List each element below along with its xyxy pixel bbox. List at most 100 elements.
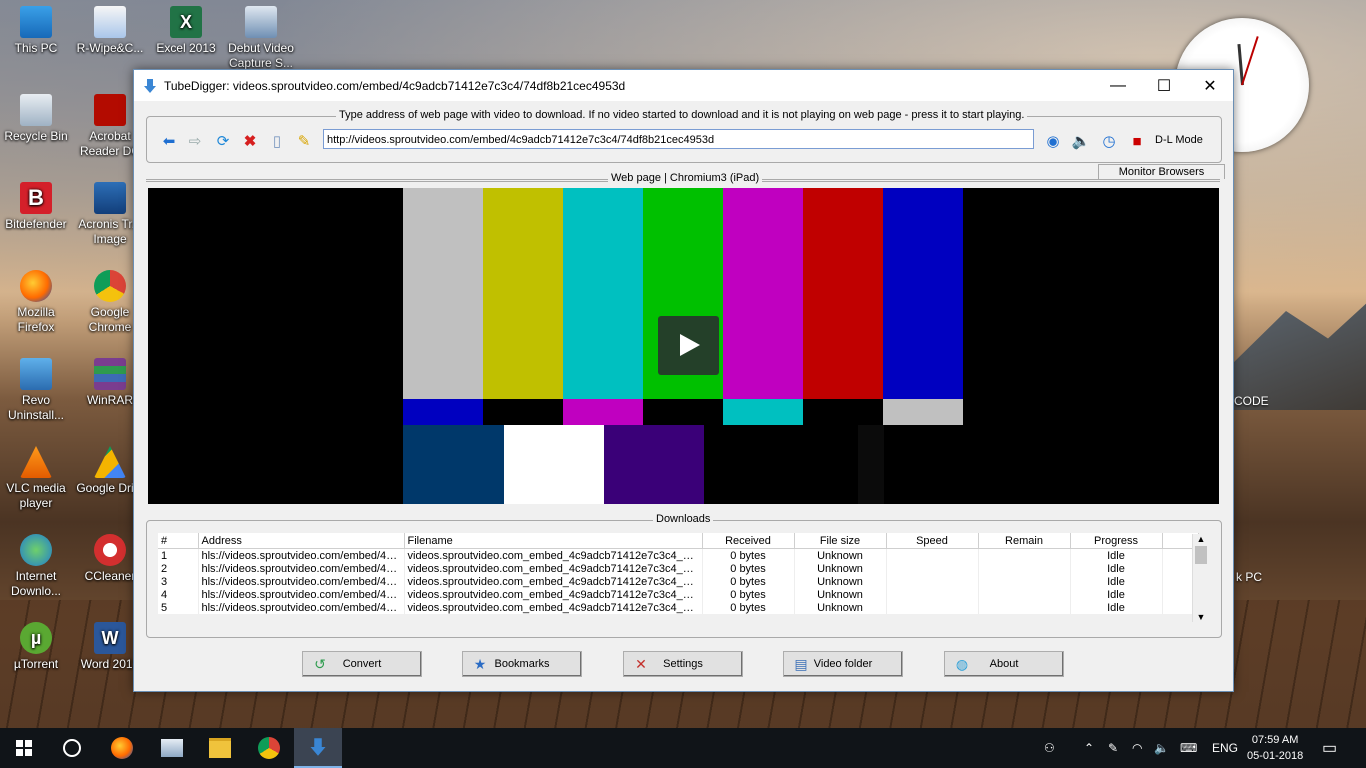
pluge-dark-strip	[858, 425, 884, 504]
taskbar-date: 05-01-2018	[1247, 750, 1304, 762]
downloads-scrollbar[interactable]: ▲ ▼	[1192, 534, 1209, 622]
forward-arrow-icon[interactable]: ⇨	[186, 132, 204, 150]
tools-icon: ✕	[635, 655, 647, 672]
taskbar-file-explorer-icon[interactable]	[196, 728, 244, 768]
winrar-icon	[94, 358, 126, 390]
desktop-icon-idm[interactable]: Internet Downlo...	[0, 534, 72, 599]
desktop-icon-revo[interactable]: Revo Uninstall...	[0, 358, 72, 423]
column-header-num[interactable]: #	[158, 533, 199, 549]
tray-chevron-up-icon[interactable]: ⌃	[1084, 728, 1094, 768]
castellation-cyan	[723, 399, 803, 425]
people-icon[interactable]: ⚇	[1044, 728, 1055, 768]
mute-speaker-icon[interactable]: 🔈	[1072, 132, 1091, 150]
bookmark-star-icon: ★	[473, 655, 487, 672]
table-row[interactable]: 3 hls://videos.sproutvideo.com/embed/4c.…	[158, 575, 1199, 588]
maximize-button[interactable]: ☐	[1141, 70, 1187, 101]
volume-muted-icon[interactable]: 🔈	[1154, 728, 1169, 768]
search-circle-icon[interactable]	[48, 728, 96, 768]
back-arrow-icon[interactable]: ⬅	[160, 132, 178, 150]
taskbar-time: 07:59 AM	[1251, 734, 1299, 746]
refresh-icon[interactable]: ⟳	[214, 132, 232, 150]
settings-button[interactable]: ✕ Settings	[623, 651, 743, 677]
url-input[interactable]: http://videos.sproutvideo.com/embed/4c9a…	[323, 129, 1034, 149]
desktop-icon-debut[interactable]: Debut Video Capture S...	[225, 6, 297, 71]
input-indicator-icon[interactable]: ✎	[1108, 728, 1118, 768]
desktop-icon-recycle-bin[interactable]: Recycle Bin	[0, 94, 72, 144]
video-folder-button[interactable]: ▤ Video folder	[783, 651, 903, 677]
action-center-icon[interactable]: ▭	[1322, 728, 1337, 768]
desktop-icon-this-pc[interactable]: This PC	[0, 6, 72, 56]
word-icon: W	[94, 622, 126, 654]
broom-icon[interactable]: ✎	[295, 132, 313, 150]
about-button[interactable]: ◍ About	[944, 651, 1064, 677]
column-header-progress[interactable]: Progress	[1070, 533, 1163, 549]
desktop-icon-partial-code[interactable]: CODE	[1234, 394, 1269, 408]
desktop-icon-partial-pc[interactable]: k PC	[1236, 570, 1262, 584]
color-bar-gray	[403, 188, 483, 399]
bookmarks-button[interactable]: ★ Bookmarks	[462, 651, 582, 677]
language-indicator[interactable]: ENG	[1212, 728, 1238, 768]
column-header-remain[interactable]: Remain	[978, 533, 1071, 549]
close-button[interactable]: ✕	[1187, 70, 1233, 101]
window-titlebar[interactable]: TubeDigger: videos.sproutvideo.com/embed…	[134, 70, 1233, 101]
convert-button[interactable]: ↺ Convert	[302, 651, 422, 677]
downloads-table: # Address Filename Received File size Sp…	[158, 533, 1199, 614]
go-icon[interactable]: ◉	[1044, 132, 1062, 150]
utorrent-icon: µ	[20, 622, 52, 654]
taskbar-task-manager-icon[interactable]	[148, 728, 196, 768]
color-bar-magenta	[723, 188, 803, 399]
desktop-icon-rwipe[interactable]: R-Wipe&C...	[74, 6, 146, 56]
start-windows-icon[interactable]	[0, 728, 48, 768]
stop-icon[interactable]: ✖	[241, 132, 259, 150]
taskbar-clock[interactable]: 07:59 AM 05-01-2018	[1247, 728, 1303, 768]
monitor-browsers-tab[interactable]: Monitor Browsers	[1098, 164, 1225, 179]
convert-arrow-icon: ↺	[314, 655, 326, 672]
taskbar-tubedigger-icon[interactable]	[294, 728, 342, 768]
table-row[interactable]: 1 hls://videos.sproutvideo.com/embed/4c.…	[158, 548, 1199, 562]
column-header-filename[interactable]: Filename	[404, 533, 703, 549]
desktop-icon-bitdefender[interactable]: B Bitdefender	[0, 182, 72, 232]
taskbar: ⚇ ⌃ ✎ ◠ 🔈 ⌨ ENG 07:59 AM 05-01-2018 ▭	[0, 728, 1366, 768]
web-page-label: Web page | Chromium3 (iPad)	[608, 172, 763, 184]
revo-uninstaller-icon	[20, 358, 52, 390]
table-row[interactable]: 5 hls://videos.sproutvideo.com/embed/4c.…	[158, 601, 1199, 614]
table-row[interactable]: 4 hls://videos.sproutvideo.com/embed/4c.…	[158, 588, 1199, 601]
color-bar-blue	[883, 188, 963, 399]
scroll-down-icon[interactable]: ▼	[1193, 612, 1209, 622]
column-header-speed[interactable]: Speed	[886, 533, 979, 549]
color-bar-cyan	[563, 188, 643, 399]
color-bar-red	[803, 188, 883, 399]
table-row[interactable]: 2 hls://videos.sproutvideo.com/embed/4c.…	[158, 562, 1199, 575]
desktop-icon-firefox[interactable]: Mozilla Firefox	[0, 270, 72, 335]
scroll-up-icon[interactable]: ▲	[1193, 534, 1209, 544]
column-header-received[interactable]: Received	[702, 533, 795, 549]
this-pc-icon	[20, 6, 52, 38]
page-icon[interactable]: ▯	[268, 132, 286, 150]
castellation-gray	[883, 399, 963, 425]
color-bar-yellow	[483, 188, 563, 399]
minimize-button[interactable]: —	[1095, 70, 1141, 101]
acrobat-icon	[94, 94, 126, 126]
keyboard-icon[interactable]: ⌨	[1180, 728, 1197, 768]
video-folder-icon: ▤	[794, 655, 808, 672]
wifi-icon[interactable]: ◠	[1132, 728, 1142, 768]
pluge-white	[504, 425, 604, 504]
record-camera-icon[interactable]: ■	[1128, 132, 1146, 150]
desktop-icon-excel[interactable]: X Excel 2013	[150, 6, 222, 56]
chrome-icon	[94, 270, 126, 302]
downloads-label: Downloads	[653, 513, 714, 525]
pluge-purple	[604, 425, 704, 504]
schedule-clock-icon[interactable]: ◷	[1100, 132, 1118, 150]
taskbar-chrome-icon[interactable]	[245, 728, 293, 768]
dl-mode-label[interactable]: D-L Mode	[1155, 134, 1203, 146]
web-video-player[interactable]	[148, 188, 1219, 504]
column-header-address[interactable]: Address	[198, 533, 405, 549]
scrollbar-thumb[interactable]	[1195, 546, 1207, 564]
desktop-icon-vlc[interactable]: VLC media player	[0, 446, 72, 511]
desktop-icon-utorrent[interactable]: µ µTorrent	[0, 622, 72, 672]
column-header-file-size[interactable]: File size	[794, 533, 887, 549]
play-icon[interactable]	[658, 316, 719, 375]
address-group-label: Type address of web page with video to d…	[336, 109, 1028, 121]
taskbar-firefox-icon[interactable]	[98, 728, 146, 768]
firefox-icon	[20, 270, 52, 302]
